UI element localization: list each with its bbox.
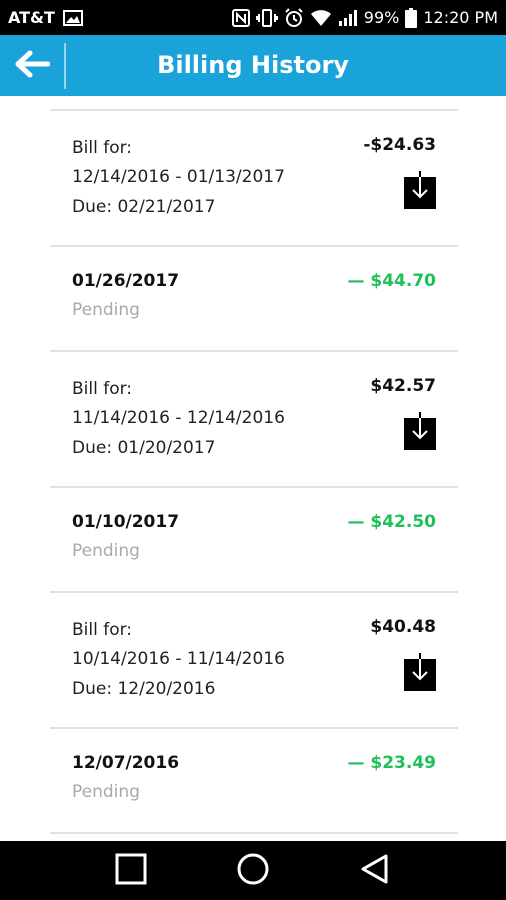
app-bar: Billing History — [0, 35, 506, 96]
carrier-label: AT&T — [8, 8, 55, 27]
clock: 12:20 PM — [423, 8, 498, 27]
triangle-back-icon — [359, 853, 391, 889]
bill-amount: $42.57 — [370, 376, 436, 396]
status-bar: AT&T 99% 12:20 PM — [0, 0, 506, 35]
payment-date: 01/10/2017 — [72, 512, 180, 532]
download-bill-button[interactable] — [404, 171, 436, 209]
payment-row[interactable]: 01/26/2017 Pending — $44.70 — [50, 247, 458, 350]
bill-amount: $40.48 — [370, 617, 436, 637]
signal-icon — [338, 9, 358, 27]
bill-row[interactable]: Bill for: 11/14/2016 - 12/14/2016 Due: 0… — [50, 352, 458, 486]
battery-icon — [405, 7, 418, 28]
back-button[interactable] — [0, 35, 64, 96]
payment-status: Pending — [72, 782, 140, 802]
battery-percent: 99% — [363, 8, 400, 27]
payment-amount: — $44.70 — [347, 271, 436, 291]
payment-row[interactable]: 12/07/2016 Pending — $23.49 — [50, 729, 458, 832]
home-button[interactable] — [223, 841, 283, 900]
download-icon — [404, 653, 436, 695]
arrow-left-icon — [14, 50, 51, 82]
payment-amount: — $42.50 — [347, 512, 436, 532]
bill-due-date: Due: 12/20/2016 — [72, 679, 216, 699]
bill-for-label: Bill for: — [72, 138, 133, 158]
payment-row[interactable]: 01/10/2017 Pending — $42.50 — [50, 488, 458, 591]
bill-for-label: Bill for: — [72, 379, 133, 399]
bill-row[interactable]: Bill for: 12/14/2016 - 01/13/2017 Due: 0… — [50, 111, 458, 245]
bill-period: 12/14/2016 - 01/13/2017 — [72, 167, 285, 187]
page-title: Billing History — [157, 51, 349, 79]
recents-button[interactable] — [101, 841, 161, 900]
payment-status: Pending — [72, 541, 140, 561]
image-icon — [62, 9, 83, 26]
bill-row[interactable]: Bill for: 10/14/2016 - 11/14/2016 Due: 1… — [50, 593, 458, 727]
payment-status: Pending — [72, 300, 140, 320]
app-bar-divider — [64, 42, 66, 89]
download-icon — [404, 412, 436, 454]
download-icon — [404, 171, 436, 213]
bill-due-date: Due: 02/21/2017 — [72, 197, 216, 217]
wifi-icon — [310, 9, 332, 27]
download-bill-button[interactable] — [404, 412, 436, 450]
billing-history-list[interactable]: Bill for: 12/14/2016 - 01/13/2017 Due: 0… — [0, 96, 506, 841]
bill-period: 10/14/2016 - 11/14/2016 — [72, 649, 285, 669]
circle-icon — [236, 852, 270, 890]
vibrate-icon — [255, 8, 278, 27]
divider — [50, 832, 458, 834]
download-bill-button[interactable] — [404, 653, 436, 691]
payment-date: 12/07/2016 — [72, 753, 180, 773]
system-back-button[interactable] — [345, 841, 405, 900]
payment-amount: — $23.49 — [347, 753, 436, 773]
bill-period: 11/14/2016 - 12/14/2016 — [72, 408, 285, 428]
bill-for-label: Bill for: — [72, 620, 133, 640]
nfc-icon — [231, 8, 250, 27]
payment-date: 01/26/2017 — [72, 271, 180, 291]
system-nav-bar — [0, 841, 506, 900]
alarm-icon — [284, 7, 304, 28]
bill-due-date: Due: 01/20/2017 — [72, 438, 216, 458]
bill-amount: -$24.63 — [363, 135, 436, 155]
square-icon — [115, 853, 147, 889]
